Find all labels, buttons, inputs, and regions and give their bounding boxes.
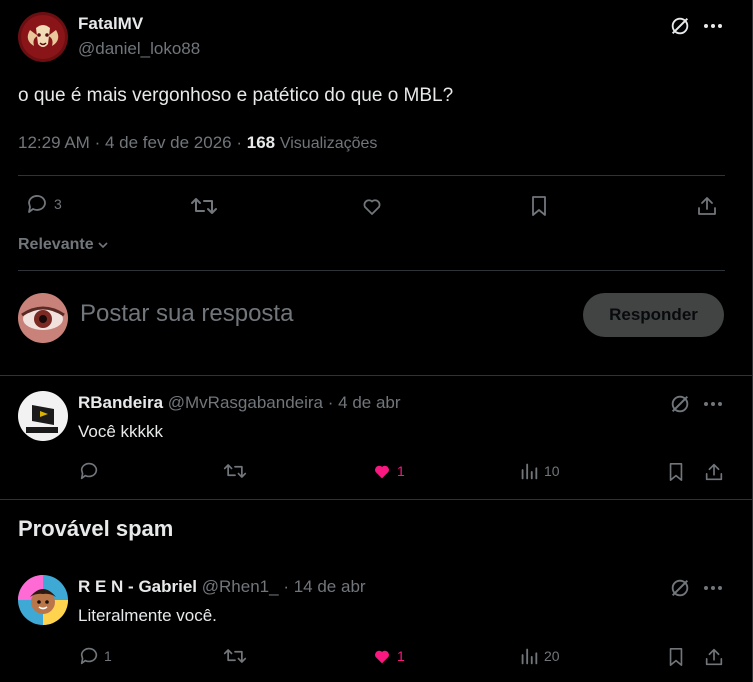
reply-date[interactable]: 14 de abr xyxy=(294,577,366,596)
meta-separator: · xyxy=(236,133,247,152)
current-user-avatar[interactable] xyxy=(18,293,68,343)
bar-chart-icon xyxy=(521,463,538,480)
meta-separator: · xyxy=(283,577,289,596)
divider xyxy=(18,270,725,271)
reply-input[interactable]: Postar sua resposta xyxy=(80,300,293,328)
author-name[interactable]: FatalMV xyxy=(78,14,143,34)
share-button[interactable] xyxy=(702,460,726,484)
share-icon xyxy=(705,463,723,481)
submit-reply-button[interactable]: Responder xyxy=(583,293,724,337)
post-text: o que é mais vergonhoso e patético do qu… xyxy=(18,85,454,106)
meta-separator: · xyxy=(94,133,105,152)
repost-icon xyxy=(223,649,247,663)
divider xyxy=(18,175,725,176)
reply-text: Literalmente você. xyxy=(78,606,217,625)
bookmark-button[interactable] xyxy=(664,645,688,669)
like-count: 1 xyxy=(397,648,405,664)
views-label: Visualizações xyxy=(279,135,378,152)
heart-filled-icon xyxy=(375,465,389,479)
views-count: 20 xyxy=(544,648,560,664)
spam-section-title: Provável spam xyxy=(18,516,174,541)
reply-avatar[interactable] xyxy=(18,391,68,441)
share-icon xyxy=(698,197,716,215)
views-count: 10 xyxy=(544,463,560,479)
like-button[interactable]: 1 xyxy=(371,460,405,482)
bar-chart-icon xyxy=(521,648,538,665)
post-meta: 12:29 AM · 4 de fev de 2026 · 168 Visual… xyxy=(18,133,377,153)
post-thread-page: FatalMV @daniel_loko88 o que é mais verg… xyxy=(0,0,753,682)
reply-button[interactable] xyxy=(78,460,104,482)
repost-icon xyxy=(223,464,247,478)
chevron-down-icon xyxy=(98,242,108,249)
share-button[interactable] xyxy=(692,192,722,220)
reply-header: RBandeira @MvRasgabandeira · 4 de abr xyxy=(78,393,401,413)
repost-icon xyxy=(191,198,217,214)
bookmark-icon xyxy=(669,648,683,667)
reply-date[interactable]: 4 de abr xyxy=(338,393,400,412)
share-icon xyxy=(705,648,723,666)
views-button[interactable]: 20 xyxy=(518,645,560,667)
more-options-icon[interactable] xyxy=(700,575,726,601)
more-options-icon[interactable] xyxy=(700,391,726,417)
post-date[interactable]: 4 de fev de 2026 xyxy=(105,133,232,152)
repost-button[interactable] xyxy=(223,460,247,482)
bookmark-icon xyxy=(532,196,546,216)
bookmark-button[interactable] xyxy=(524,192,554,220)
like-button[interactable] xyxy=(357,192,387,220)
views-count: 168 xyxy=(246,133,276,152)
meta-separator: · xyxy=(327,393,334,412)
heart-filled-icon xyxy=(375,650,389,664)
reply-icon xyxy=(80,462,98,480)
reply-author-handle[interactable]: @MvRasgabandeira xyxy=(168,393,323,412)
sort-dropdown[interactable]: Relevante xyxy=(18,236,110,254)
bookmark-button[interactable] xyxy=(664,460,688,484)
divider xyxy=(0,499,752,500)
grok-icon[interactable] xyxy=(667,575,693,601)
reply-author-handle[interactable]: @Rhen1_ xyxy=(202,577,279,596)
reply-author-name[interactable]: RBandeira xyxy=(78,393,163,412)
reply-count: 1 xyxy=(104,648,112,664)
share-button[interactable] xyxy=(702,645,726,669)
reply-header: R E N - Gabriel @Rhen1_ · 14 de abr xyxy=(78,577,366,597)
more-options-icon[interactable] xyxy=(700,13,726,39)
grok-icon[interactable] xyxy=(667,13,693,39)
like-button[interactable]: 1 xyxy=(371,645,405,667)
reply-button[interactable]: 3 xyxy=(24,192,62,216)
heart-icon xyxy=(363,199,381,215)
bookmark-icon xyxy=(669,463,683,481)
author-handle[interactable]: @daniel_loko88 xyxy=(78,39,200,59)
reply-text: Você kkkkk xyxy=(78,422,164,441)
reply-icon xyxy=(28,195,46,213)
reply-icon xyxy=(80,647,98,665)
views-button[interactable]: 10 xyxy=(518,460,560,482)
post-time[interactable]: 12:29 AM xyxy=(18,133,90,152)
reply-author-name[interactable]: R E N - Gabriel xyxy=(78,577,197,596)
sort-label: Relevante xyxy=(18,236,94,253)
like-count: 1 xyxy=(397,463,405,479)
reply-button[interactable]: 1 xyxy=(78,645,112,667)
grok-icon[interactable] xyxy=(667,391,693,417)
divider xyxy=(0,375,752,376)
reply-avatar[interactable] xyxy=(18,575,68,625)
repost-button[interactable] xyxy=(189,192,219,220)
author-avatar[interactable] xyxy=(18,12,68,62)
repost-button[interactable] xyxy=(223,645,247,667)
reply-count: 3 xyxy=(54,196,62,212)
